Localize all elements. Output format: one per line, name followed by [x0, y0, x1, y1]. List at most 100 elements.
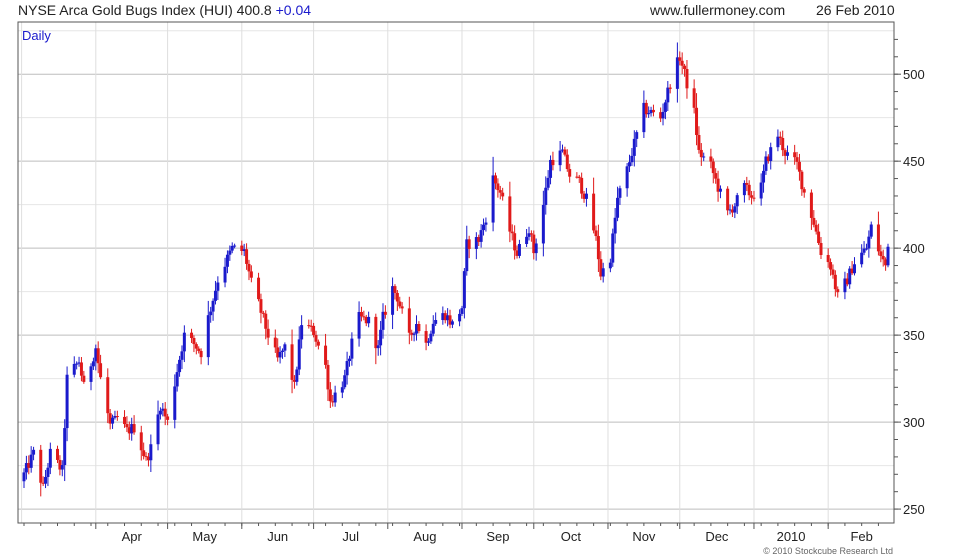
y-tick-label: 500 [903, 67, 925, 82]
bar-body [812, 217, 816, 225]
y-tick-label: 400 [903, 241, 925, 256]
bar-body [166, 416, 170, 420]
bar-body [513, 233, 517, 251]
bar-body [608, 262, 612, 269]
bar-body [501, 192, 505, 197]
y-tick-label: 450 [903, 154, 925, 169]
bar-body [546, 177, 550, 188]
bar-body [565, 154, 569, 170]
bar-body [680, 60, 684, 66]
bar-body [785, 152, 789, 156]
bar-body [400, 306, 404, 309]
x-tick-label: Oct [561, 529, 582, 544]
y-axis: 250 300 350 400 450 500 [894, 38, 925, 517]
period-label: Daily [22, 28, 51, 43]
bar-body [718, 188, 722, 192]
bar-body [814, 224, 818, 232]
bar-body [551, 159, 555, 166]
bar-body [228, 250, 232, 255]
bar-body [383, 311, 387, 315]
bar-body [714, 173, 718, 179]
bar-body [247, 263, 251, 272]
bar-body [584, 193, 588, 199]
bar-body [46, 467, 50, 477]
x-tick-label: Jun [267, 529, 288, 544]
bar-body [412, 333, 416, 335]
bar-body [800, 171, 804, 190]
bar-body [175, 372, 179, 387]
bar-body [44, 476, 48, 484]
bar-body [395, 292, 399, 302]
bar-body [280, 350, 284, 352]
bar-body [190, 332, 194, 338]
bar-body [644, 102, 648, 115]
bar-body [149, 444, 153, 461]
x-tick-label: Aug [413, 529, 436, 544]
bar-body [661, 111, 665, 119]
bar-body [630, 155, 634, 163]
bar-body [479, 230, 483, 242]
bar-body [125, 424, 129, 428]
bar-body [601, 268, 605, 277]
bar-body [702, 156, 706, 158]
bar-body [762, 170, 766, 183]
bar-body [663, 102, 667, 112]
bar-body [29, 454, 33, 468]
bar-body [89, 366, 93, 382]
bar-body [245, 249, 249, 264]
bar-body [776, 136, 780, 148]
bar-body [333, 392, 337, 403]
bar-body [96, 348, 100, 364]
bar-body [343, 375, 347, 388]
y-tick-label: 250 [903, 502, 925, 517]
bar-body [261, 312, 265, 314]
bar-body [312, 325, 316, 335]
bar-body [833, 274, 837, 290]
bar-body [525, 236, 529, 244]
bar-body [216, 282, 220, 291]
bar-body [529, 233, 533, 235]
bar-body [697, 135, 701, 150]
copyright: © 2010 Stockcube Research Ltd [763, 546, 893, 556]
bar-body [300, 325, 304, 340]
bar-body [826, 254, 830, 263]
bar-body [616, 197, 620, 218]
bar-body [182, 332, 186, 352]
bar-body [376, 345, 380, 349]
bar-body [123, 416, 127, 425]
bar-body [496, 183, 500, 191]
bar-body [225, 254, 229, 267]
bar-body [206, 315, 210, 358]
y-tick-label: 350 [903, 328, 925, 343]
bar-body [106, 377, 110, 414]
bar-body [60, 465, 64, 470]
bar-body [139, 432, 143, 451]
bar-body [297, 339, 301, 370]
y-tick-label: 300 [903, 415, 925, 430]
bar-body [450, 321, 454, 325]
bar-body [666, 87, 670, 103]
bar-body [230, 245, 234, 251]
bar-body [594, 230, 598, 237]
bar-body [192, 337, 196, 345]
bar-body [178, 359, 182, 373]
bar-body [618, 188, 622, 198]
bar-body [22, 472, 26, 482]
ohlc-bar [611, 228, 615, 267]
bar-body [266, 328, 270, 338]
bar-body [424, 331, 428, 343]
bar-body [429, 333, 433, 342]
ohlc-bar [886, 243, 890, 268]
bar-body [467, 239, 471, 249]
bar-body [249, 271, 253, 278]
bar-body [72, 363, 76, 375]
x-tick-label: Apr [122, 529, 143, 544]
bar-body [314, 334, 318, 342]
bar-body [510, 231, 514, 234]
bar-body [879, 251, 883, 257]
bar-body [223, 266, 227, 283]
bar-body [628, 162, 632, 167]
bar-body [647, 113, 651, 115]
bar-body [831, 269, 835, 275]
bar-body [711, 161, 715, 174]
